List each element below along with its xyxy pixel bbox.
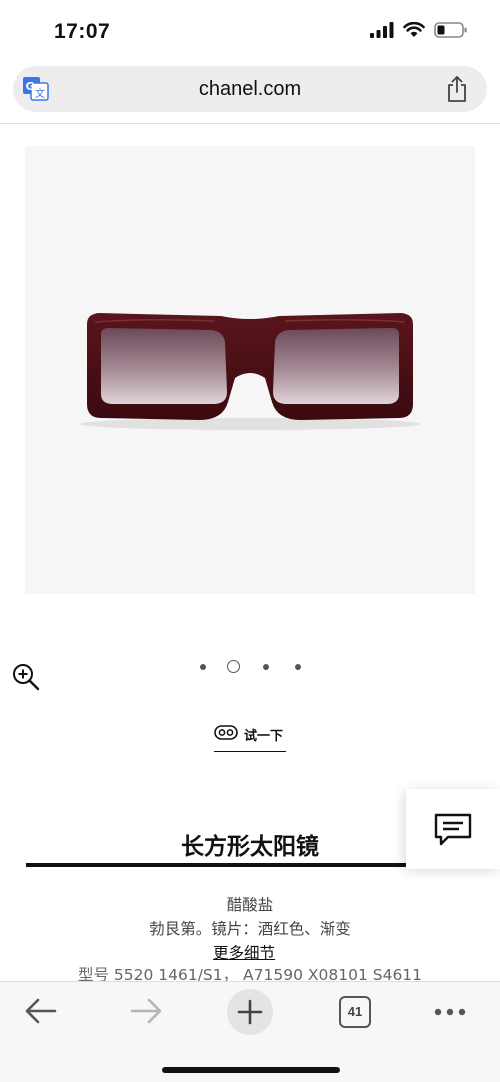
try-on-icon: [214, 725, 238, 740]
new-tab-button[interactable]: [227, 989, 273, 1035]
carousel-dot-active[interactable]: [227, 660, 240, 673]
browser-toolbar: 41: [0, 981, 500, 1082]
url-text[interactable]: chanel.com: [13, 78, 487, 101]
wifi-icon: [403, 22, 425, 37]
tabs-icon[interactable]: 41: [339, 996, 371, 1028]
product-material: 醋酸盐: [226, 896, 274, 914]
status-icons: [370, 22, 468, 38]
back-arrow-icon[interactable]: [24, 996, 58, 1026]
signal-icon: [370, 22, 394, 38]
address-bar[interactable]: G 文 chanel.com: [13, 66, 487, 112]
battery-icon: [434, 22, 467, 38]
more-icon[interactable]: [434, 1008, 466, 1016]
status-time: 17:07: [54, 20, 111, 43]
carousel-dot[interactable]: [200, 664, 206, 670]
carousel-indicator: [196, 658, 308, 676]
tab-count: 41: [347, 1004, 363, 1019]
carousel-dot[interactable]: [263, 664, 269, 670]
product-image[interactable]: [25, 146, 475, 594]
home-indicator: [162, 1067, 340, 1073]
title-rule: [26, 863, 406, 867]
carousel-dot[interactable]: [295, 664, 301, 670]
header-divider: [0, 123, 500, 124]
share-icon[interactable]: [445, 75, 469, 103]
more-details-link[interactable]: 更多细节: [213, 941, 275, 963]
sunglasses-illustration: [80, 313, 420, 430]
try-on-button[interactable]: 试一下: [214, 722, 286, 752]
try-on-label: 试一下: [244, 729, 284, 744]
plus-icon: [237, 999, 263, 1025]
status-bar: 17:07: [0, 0, 500, 62]
product-title: 长方形太阳镜: [181, 834, 319, 860]
product-color-description: 勃艮第。镜片：酒红色、渐变: [149, 920, 351, 938]
zoom-in-icon[interactable]: [11, 662, 41, 692]
forward-arrow-icon[interactable]: [129, 996, 163, 1026]
